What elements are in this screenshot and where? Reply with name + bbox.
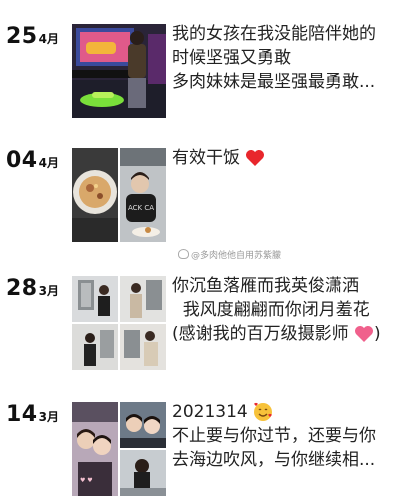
svg-text:♥ ♥: ♥ ♥	[80, 477, 93, 484]
post-month: 3月	[38, 284, 59, 298]
post-text-line: 2021314	[172, 400, 412, 424]
post-text-line: 我的女孩在我没能陪伴她的	[172, 24, 376, 44]
post-text-line: 去海边吹风，与你继续相...	[172, 450, 376, 470]
post-date: 254月	[6, 24, 59, 49]
photo-portrait-icon[interactable]	[72, 276, 118, 322]
post-thumbnails[interactable]: ACK CA	[72, 148, 166, 242]
post-date: 044月	[6, 148, 59, 173]
post-day: 04	[6, 148, 38, 173]
post-text-line: 多肉妹妹是最坚强最勇敢...	[172, 72, 376, 92]
watermark: @多肉他他自用苏紫朦	[178, 248, 281, 261]
post-text[interactable]: 你沉鱼落雁而我英俊潇洒 我风度翩翩而你闭月羞花 (感谢我的百万级摄影师 )	[172, 274, 412, 346]
post-thumbnails[interactable]	[72, 24, 166, 118]
red-heart-icon	[246, 150, 265, 166]
post-text-content: )	[374, 324, 381, 344]
svg-text:ACK CA: ACK CA	[128, 204, 154, 212]
post-day: 14	[6, 402, 38, 427]
post-text-line: 时候坚强又勇敢	[172, 48, 291, 68]
post-text[interactable]: 有效干饭	[172, 146, 412, 170]
watermark-text: @多肉他他自用苏紫朦	[191, 251, 282, 261]
smiling-face-with-hearts-icon	[254, 402, 273, 421]
post-text-line: 我风度翩翩而你闭月羞花	[172, 300, 370, 320]
post-text-content: 2021314	[172, 402, 248, 422]
post-thumbnails[interactable]	[72, 276, 166, 370]
photo-portrait-icon[interactable]	[120, 324, 166, 370]
pink-heart-icon	[355, 326, 374, 342]
photo-selfie-icon[interactable]	[120, 450, 166, 496]
post-month: 3月	[38, 410, 59, 424]
post-text-line: (感谢我的百万级摄影师 )	[172, 322, 412, 346]
photo-selfie-icon[interactable]	[120, 402, 166, 448]
post-month: 4月	[38, 156, 59, 170]
post-text-line: 有效干饭	[172, 146, 412, 170]
post-text-content: 有效干饭	[172, 148, 240, 168]
post-date: 143月	[6, 402, 59, 427]
post-month: 4月	[38, 32, 59, 46]
post-thumbnails[interactable]: ♥ ♥	[72, 402, 166, 496]
post-text[interactable]: 我的女孩在我没能陪伴她的 时候坚强又勇敢 多肉妹妹是最坚强最勇敢...	[172, 22, 412, 94]
weibo-icon	[178, 249, 189, 259]
photo-arcade-icon[interactable]	[72, 24, 166, 118]
post-text[interactable]: 2021314 不止要与你过节，还要与你 去海边吹风，与你继续相...	[172, 400, 412, 472]
photo-food-icon[interactable]	[72, 148, 118, 242]
photo-person-dining-icon[interactable]: ACK CA	[120, 148, 166, 242]
photo-portrait-icon[interactable]	[72, 324, 118, 370]
photo-selfie-icon[interactable]: ♥ ♥	[72, 402, 118, 496]
photo-portrait-icon[interactable]	[120, 276, 166, 322]
post-text-line: 你沉鱼落雁而我英俊潇洒	[172, 276, 359, 296]
post-day: 28	[6, 276, 38, 301]
post-text-content: (感谢我的百万级摄影师	[172, 324, 349, 344]
post-date: 283月	[6, 276, 59, 301]
post-text-line: 不止要与你过节，还要与你	[172, 426, 376, 446]
post-day: 25	[6, 24, 38, 49]
